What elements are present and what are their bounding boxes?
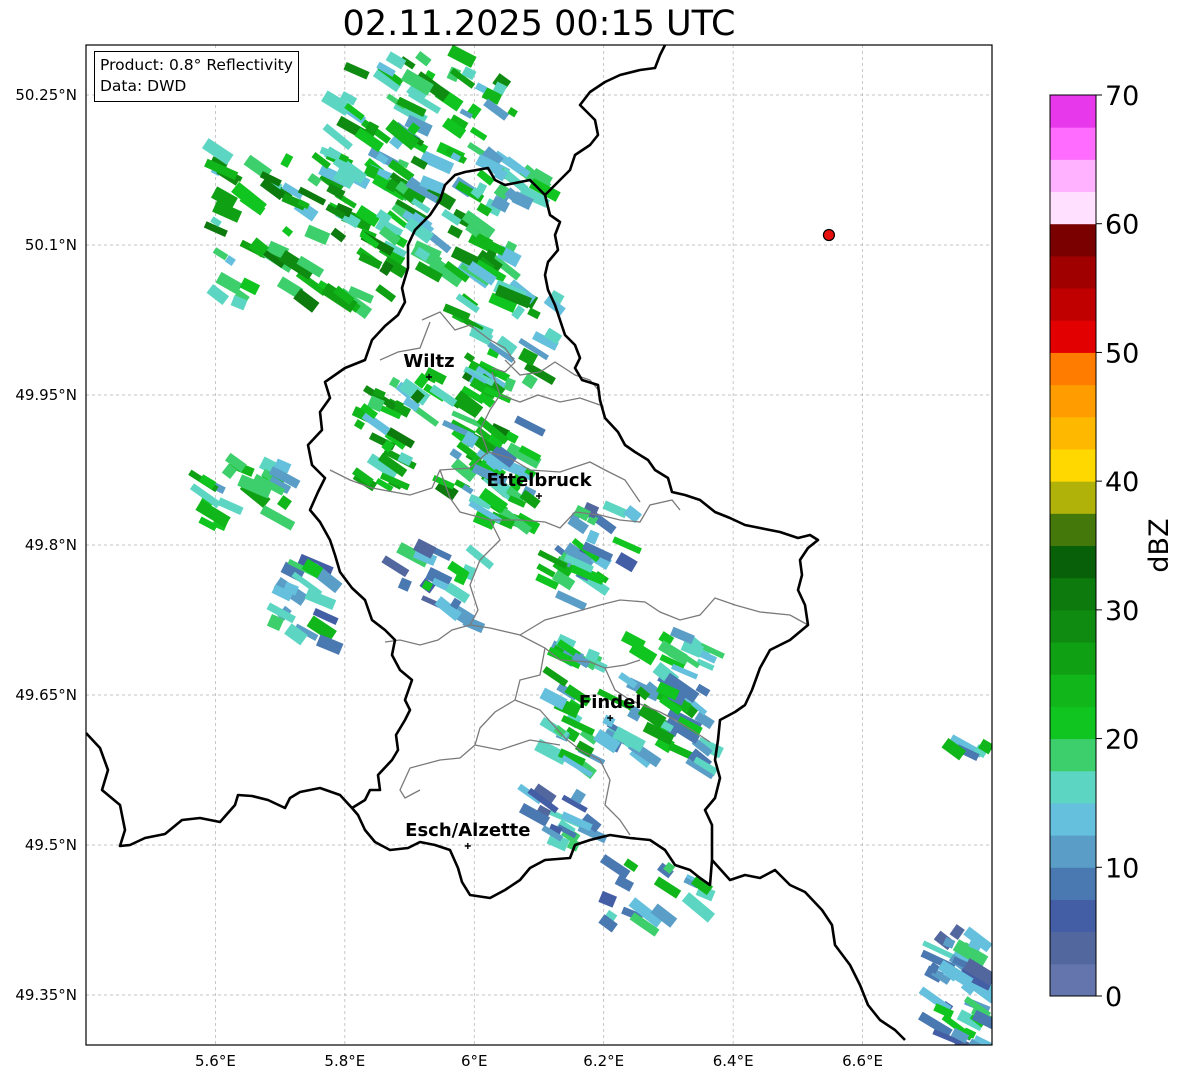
lon-tick-label: 5.8°E	[324, 1052, 365, 1070]
colorbar-tick-label: 50	[1105, 338, 1139, 369]
lat-tick-label: 49.65°N	[15, 686, 77, 704]
colorbar-segment	[1050, 770, 1096, 804]
lat-tick-label: 50.25°N	[15, 86, 77, 104]
latitude-axis: 50.25°N 50.1°N 49.95°N 49.8°N 49.65°N 49.5°N 4…	[15, 86, 77, 1004]
lat-tick-label: 49.35°N	[15, 986, 77, 1004]
colorbar-segment	[1050, 738, 1096, 772]
colorbar-segment	[1050, 95, 1096, 128]
colorbar-title: dBZ	[1144, 518, 1175, 572]
city-label: Esch/Alzette	[405, 820, 530, 841]
colorbar-segment	[1050, 545, 1096, 579]
colorbar-segment	[1050, 802, 1096, 836]
lat-tick-label: 50.1°N	[25, 236, 77, 254]
colorbar-segment	[1050, 159, 1096, 193]
colorbar-segment	[1050, 448, 1096, 482]
data-source-label: Data: DWD	[100, 77, 187, 95]
colorbar-tick-label: 60	[1105, 210, 1139, 241]
lon-tick-label: 6.4°E	[713, 1052, 754, 1070]
lon-tick-label: 6.2°E	[583, 1052, 624, 1070]
colorbar-segment	[1050, 352, 1096, 386]
colorbar-segment	[1050, 513, 1096, 546]
colorbar-tick-label: 20	[1105, 725, 1139, 756]
colorbar-tick-label: 0	[1105, 982, 1122, 1013]
city-label: Ettelbruck	[486, 470, 592, 491]
colorbar-segment	[1050, 223, 1096, 257]
colorbar-segment	[1050, 642, 1096, 675]
colorbar-segment	[1050, 481, 1096, 514]
colorbar-segment	[1050, 931, 1096, 965]
colorbar-segment	[1050, 320, 1096, 353]
colorbar: 0 10 20 30 40 50 60 70 dBZ	[1049, 81, 1175, 1013]
radar-echo	[966, 1052, 996, 1072]
lon-tick-label: 6.6°E	[842, 1052, 883, 1070]
colorbar-segment	[1050, 899, 1096, 933]
colorbar-segment	[1050, 674, 1096, 707]
location-marker	[822, 228, 836, 242]
lat-tick-label: 49.8°N	[25, 536, 77, 554]
colorbar-tick-label: 40	[1105, 467, 1139, 498]
colorbar-segment	[1050, 416, 1096, 450]
lon-tick-label: 5.6°E	[195, 1052, 236, 1070]
lon-tick-label: 6°E	[461, 1052, 488, 1070]
lat-tick-label: 49.5°N	[25, 836, 77, 854]
city-label: Findel	[579, 692, 642, 713]
colorbar-segment	[1050, 835, 1096, 868]
colorbar-segment	[1050, 609, 1096, 643]
city-label: Wiltz	[403, 351, 454, 372]
colorbar-segment	[1050, 867, 1096, 900]
colorbar-tick-label: 70	[1105, 81, 1139, 112]
colorbar-segment	[1050, 288, 1096, 321]
colorbar-segment	[1050, 255, 1096, 289]
radar-echo	[957, 1054, 984, 1073]
colorbar-segment	[1050, 577, 1096, 611]
product-label: Product: 0.8° Reflectivity	[100, 56, 293, 74]
radar-map-figure: WiltzEttelbruckFindelEsch/Alzette 5.6°E 5…	[15, 44, 1175, 1073]
colorbar-tick-label: 30	[1105, 596, 1139, 627]
colorbar-segment	[1050, 127, 1096, 160]
radar-echo	[978, 1049, 992, 1062]
product-info-box: Product: 0.8° Reflectivity Data: DWD	[94, 51, 299, 102]
colorbar-segment	[1050, 706, 1096, 740]
colorbar-segment	[1050, 963, 1096, 997]
longitude-axis: 5.6°E 5.8°E 6°E 6.2°E 6.4°E 6.6°E	[195, 1052, 883, 1070]
lat-tick-label: 49.95°N	[15, 386, 77, 404]
colorbar-segment	[1050, 191, 1096, 225]
colorbar-tick-label: 10	[1105, 853, 1139, 884]
colorbar-segment	[1050, 384, 1096, 418]
radar-echo	[935, 1045, 950, 1060]
